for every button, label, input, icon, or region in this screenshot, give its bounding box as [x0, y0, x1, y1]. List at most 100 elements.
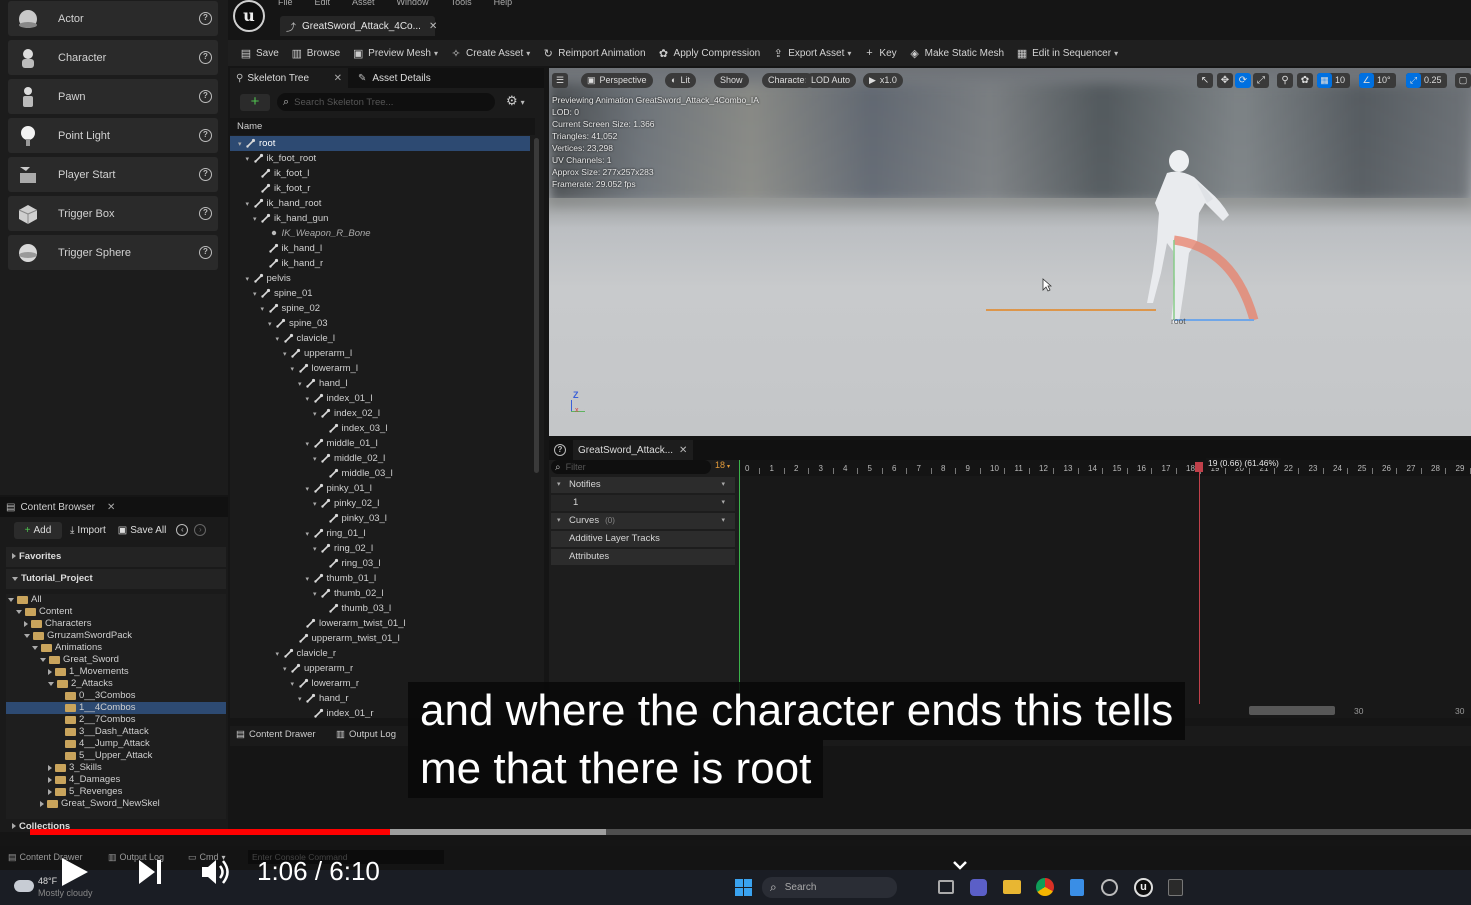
- playhead-line[interactable]: [1199, 464, 1200, 704]
- bone-row[interactable]: ik_hand_l: [230, 241, 530, 256]
- folder-4-jump-attack[interactable]: 4__Jump_Attack: [6, 738, 226, 750]
- content-browser-tab[interactable]: ▤ Content Browser ✕: [0, 497, 228, 517]
- collapse-arrow-icon[interactable]: [48, 682, 54, 686]
- track-additive-layer-tracks[interactable]: Additive Layer Tracks: [551, 531, 735, 547]
- chevron-down-icon[interactable]: ▾: [721, 495, 725, 511]
- folder-1-movements[interactable]: 1_Movements: [6, 666, 226, 678]
- make-static-mesh-button[interactable]: ◈ Make Static Mesh: [909, 47, 1004, 60]
- place-actor-player-start[interactable]: Player Start?: [8, 157, 218, 192]
- expand-arrow-icon[interactable]: [40, 801, 44, 807]
- chevron-down-icon[interactable]: ▾: [721, 477, 725, 493]
- menu-edit[interactable]: Edit: [315, 0, 331, 7]
- collapse-arrow-icon[interactable]: [32, 646, 38, 650]
- bone-row[interactable]: ▾ spine_02: [230, 301, 530, 316]
- maximize-viewport-icon[interactable]: ▢: [1455, 73, 1471, 88]
- epic-icon[interactable]: [1168, 879, 1183, 896]
- folder-characters[interactable]: Characters: [6, 618, 226, 630]
- timeline-scrollbar[interactable]: [1249, 706, 1335, 715]
- place-actor-actor[interactable]: Actor?: [8, 1, 218, 36]
- bone-row[interactable]: pinky_03_l: [230, 511, 530, 526]
- menu-file[interactable]: File: [278, 0, 293, 7]
- bone-row[interactable]: ▾ spine_01: [230, 286, 530, 301]
- bone-row[interactable]: IK_Weapon_R_Bone: [230, 226, 530, 241]
- expand-arrow-icon[interactable]: [48, 669, 52, 675]
- bone-row[interactable]: ▾ ik_foot_root: [230, 151, 530, 166]
- expand-arrow-icon[interactable]: ▾: [246, 152, 254, 167]
- surface-snap-icon[interactable]: ✿: [1297, 73, 1313, 88]
- bone-row[interactable]: ▾ middle_01_l: [230, 436, 530, 451]
- back-icon[interactable]: ‹: [176, 524, 189, 536]
- folder-content[interactable]: Content: [6, 606, 226, 618]
- scale-snap-button[interactable]: ⤢ 0.25: [1406, 73, 1447, 88]
- playhead-handle[interactable]: [1195, 462, 1203, 472]
- expand-arrow-icon[interactable]: ▾: [313, 497, 321, 512]
- expand-arrow-icon[interactable]: ▾: [246, 272, 254, 287]
- help-icon[interactable]: ?: [199, 168, 212, 181]
- bone-row[interactable]: ▾ hand_l: [230, 376, 530, 391]
- bone-row[interactable]: ▾ lowerarm_l: [230, 361, 530, 376]
- menu-tools[interactable]: Tools: [451, 0, 472, 7]
- bone-row[interactable]: ▾ upperarm_r: [230, 661, 530, 676]
- help-icon[interactable]: ?: [199, 207, 212, 220]
- folder-0-3combos[interactable]: 0__3Combos: [6, 690, 226, 702]
- help-icon[interactable]: ?: [199, 129, 212, 142]
- key-button[interactable]: + Key: [863, 47, 896, 59]
- apply-compression-button[interactable]: ✿ Apply Compression: [658, 47, 760, 60]
- menu-help[interactable]: Help: [494, 0, 513, 7]
- perspective-button[interactable]: ▣ Perspective: [581, 73, 653, 88]
- collapse-arrow-icon[interactable]: [16, 610, 22, 614]
- bone-row[interactable]: ▾ ik_hand_root: [230, 196, 530, 211]
- bone-row[interactable]: ▾ index_01_l: [230, 391, 530, 406]
- grid-snap-button[interactable]: ▦ 10: [1317, 73, 1351, 88]
- expand-arrow-icon[interactable]: ▾: [298, 692, 306, 707]
- track-attributes[interactable]: Attributes: [551, 549, 735, 565]
- settings-gear-icon[interactable]: ⚙ ▾: [506, 93, 525, 109]
- tab-skeleton-tree[interactable]: ⚲ Skeleton Tree ✕: [230, 68, 348, 88]
- folder-2-7combos[interactable]: 2__7Combos: [6, 714, 226, 726]
- expand-arrow-icon[interactable]: ▾: [283, 347, 291, 362]
- expand-arrow-icon[interactable]: ▾: [306, 392, 314, 407]
- tab-asset-details[interactable]: ✎ Asset Details: [348, 73, 431, 84]
- bone-row[interactable]: ▾ ring_01_l: [230, 526, 530, 541]
- bone-row[interactable]: middle_03_l: [230, 466, 530, 481]
- video-progress-bar[interactable]: [30, 829, 1471, 835]
- place-actor-trigger-box[interactable]: Trigger Box?: [8, 196, 218, 231]
- file-explorer-icon[interactable]: [1003, 880, 1021, 894]
- scrollbar[interactable]: [534, 138, 539, 473]
- select-icon[interactable]: ↖: [1197, 73, 1213, 88]
- expand-arrow-icon[interactable]: [48, 789, 52, 795]
- bone-row[interactable]: lowerarm_twist_01_l: [230, 616, 530, 631]
- bone-row[interactable]: ▾ upperarm_l: [230, 346, 530, 361]
- expand-arrow-icon[interactable]: ▾: [306, 572, 314, 587]
- save-all-button[interactable]: ▣ Save All: [118, 525, 167, 536]
- bone-row[interactable]: ▾ pinky_01_l: [230, 481, 530, 496]
- menu-asset[interactable]: Asset: [352, 0, 375, 7]
- bone-row[interactable]: ▾ index_02_l: [230, 406, 530, 421]
- expand-arrow-icon[interactable]: ▾: [298, 377, 306, 392]
- expand-arrow-icon[interactable]: ▾: [253, 212, 261, 227]
- menu-window[interactable]: Window: [397, 0, 429, 7]
- bone-row[interactable]: ▾ pinky_02_l: [230, 496, 530, 511]
- expand-arrow-icon[interactable]: ▾: [238, 137, 246, 152]
- bone-row[interactable]: ▾ pelvis: [230, 271, 530, 286]
- content-drawer-button[interactable]: ▤ Content Drawer: [236, 729, 316, 740]
- folder-great-sword-newskel[interactable]: Great_Sword_NewSkel: [6, 798, 226, 810]
- output-log-button[interactable]: ▥ Output Log: [336, 729, 396, 740]
- document-tab[interactable]: ⤴ GreatSword_Attack_4Co... ✕: [280, 16, 437, 36]
- folder-1-4combos[interactable]: 1__4Combos: [6, 702, 226, 714]
- close-tab-icon[interactable]: ✕: [429, 21, 437, 32]
- collapse-arrow-icon[interactable]: [8, 598, 14, 602]
- help-icon[interactable]: ?: [199, 51, 212, 64]
- expand-arrow-icon[interactable]: ▾: [291, 362, 299, 377]
- save-button[interactable]: ▤ Save: [240, 47, 279, 60]
- folder-animations[interactable]: Animations: [6, 642, 226, 654]
- expand-arrow-icon[interactable]: [48, 765, 52, 771]
- expand-arrow-icon[interactable]: [48, 777, 52, 783]
- folder-great-sword[interactable]: Great_Sword: [6, 654, 226, 666]
- folder-4-damages[interactable]: 4_Damages: [6, 774, 226, 786]
- project-section[interactable]: Tutorial_Project: [6, 569, 226, 589]
- help-icon[interactable]: ?: [199, 246, 212, 259]
- app-icon[interactable]: [1101, 879, 1118, 896]
- place-actor-character[interactable]: Character?: [8, 40, 218, 75]
- chrome-icon[interactable]: [1036, 878, 1054, 896]
